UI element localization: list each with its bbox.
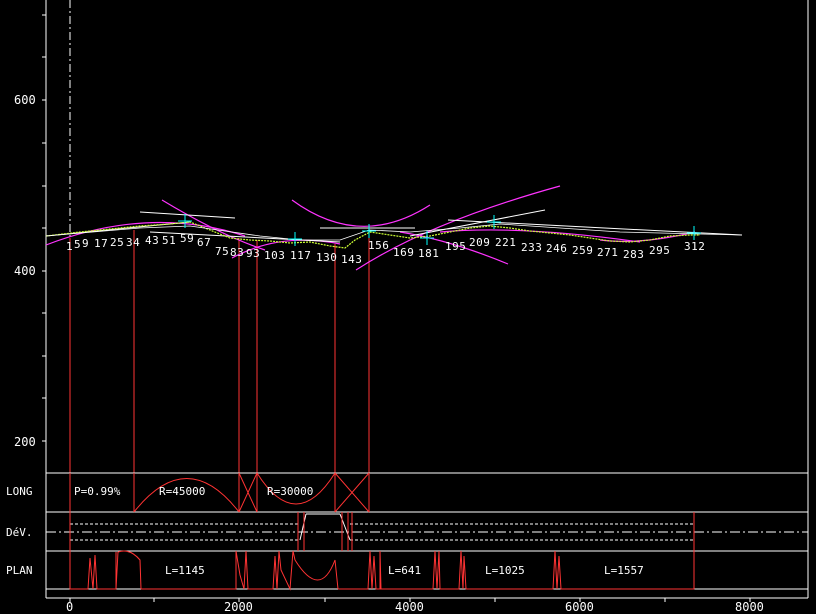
dev-band-graphics [46,512,808,551]
station-label: 75 [215,245,229,258]
station-label: 181 [418,247,439,260]
station-label: 51 [162,234,176,247]
station-label: 156 [368,239,389,252]
station-label: 246 [546,242,567,255]
plan-length-1: L=1145 [165,564,205,577]
plan-length-4: L=1557 [604,564,644,577]
long-radius-2: R=30000 [267,485,313,498]
station-label: 25 [110,236,124,249]
station-label: 34 [126,236,140,249]
station-label: 221 [495,236,516,249]
x-tick-label-0: 0 [66,600,73,614]
station-label: 5 [74,238,81,251]
long-slope-text: P=0.99% [74,485,121,498]
station-label: 195 [445,240,466,253]
x-tick-label-8000: 8000 [735,600,764,614]
y-tick-label-400: 400 [14,264,36,278]
band-label-long: LONG [6,485,33,498]
station-label: 130 [316,251,337,264]
station-label: 209 [469,236,490,249]
profile-canvas[interactable]: 600 400 200 0 2000 4000 6000 8000 1 5 9 … [0,0,816,614]
station-label: 312 [684,240,705,253]
station-label: 295 [649,244,670,257]
band-label-dev: DéV. [6,526,33,539]
vertical-guide-lines [69,230,370,473]
station-label: 117 [290,249,311,262]
station-label: 143 [341,253,362,266]
y-tick-label-600: 600 [14,93,36,107]
station-label: 17 [94,237,108,250]
y-axis-ticks [42,14,46,442]
plan-band-graphics [69,550,695,591]
station-labels: 1 5 9 17 25 34 43 51 59 67 75 83 93 103 … [66,232,705,266]
station-label: 93 [246,247,260,260]
station-label: 103 [264,249,285,262]
x-tick-label-4000: 4000 [395,600,424,614]
station-label: 67 [197,236,211,249]
station-label: 83 [230,246,244,259]
band-label-plan: PLAN [6,564,33,577]
long-radius-1: R=45000 [159,485,205,498]
plan-length-3: L=1025 [485,564,525,577]
x-tick-label-6000: 6000 [565,600,594,614]
station-label: 233 [521,241,542,254]
station-label: 169 [393,246,414,259]
station-label: 283 [623,248,644,261]
y-tick-label-200: 200 [14,435,36,449]
station-label: 271 [597,246,618,259]
station-label: 43 [145,234,159,247]
x-tick-label-2000: 2000 [224,600,253,614]
station-label: 259 [572,244,593,257]
station-label: 9 [82,237,89,250]
station-label: 1 [66,240,73,253]
plan-length-2: L=641 [388,564,421,577]
station-label: 59 [180,232,194,245]
